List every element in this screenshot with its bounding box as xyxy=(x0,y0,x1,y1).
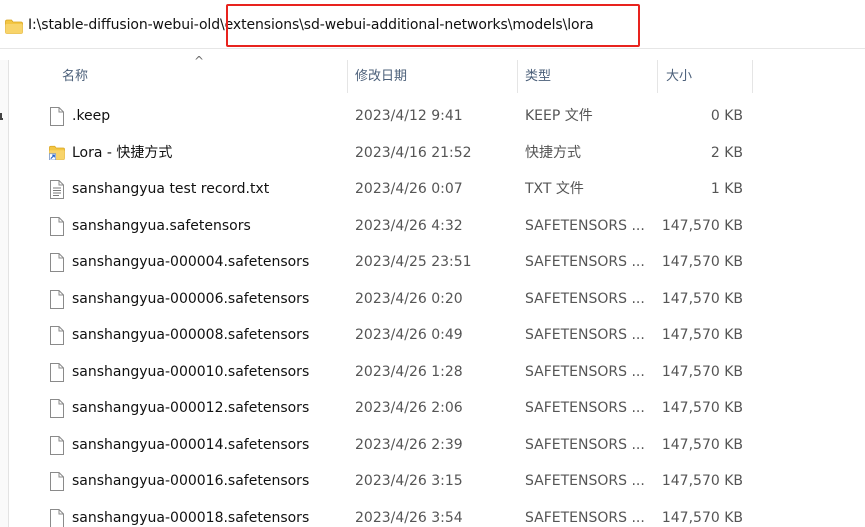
column-header-size[interactable]: 大小 xyxy=(666,60,692,93)
file-explorer-window: I:\stable-diffusion-webui-old\extensions… xyxy=(0,0,865,527)
file-size: 147,570 KB xyxy=(661,217,743,234)
file-size: 2 KB xyxy=(710,144,743,161)
file-modified-date: 2023/4/26 0:49 xyxy=(355,327,463,343)
column-header-name[interactable]: 名称 xyxy=(62,60,88,93)
text-file-icon xyxy=(49,180,65,199)
file-type: SAFETENSORS ... xyxy=(525,327,645,343)
file-row[interactable]: sanshangyua-000014.safetensors 2023/4/26 … xyxy=(0,427,865,464)
blank-file-icon xyxy=(49,289,65,309)
file-type: KEEP 文件 xyxy=(525,108,593,124)
file-row[interactable]: sanshangyua-000018.safetensors 2023/4/26 … xyxy=(0,500,865,527)
blank-file-icon xyxy=(49,508,65,527)
file-type: SAFETENSORS ... xyxy=(525,473,645,489)
file-name: .keep xyxy=(72,108,111,124)
file-name: sanshangyua.safetensors xyxy=(72,217,251,234)
sort-ascending-icon: ^ xyxy=(194,54,205,68)
file-name: Lora - 快捷方式 xyxy=(72,144,173,161)
folder-shortcut-icon xyxy=(49,144,65,163)
file-name: sanshangyua-000018.safetensors xyxy=(72,509,310,526)
file-type: SAFETENSORS ... xyxy=(525,400,645,416)
blank-file-icon xyxy=(49,472,65,491)
file-row[interactable]: .keep 2023/4/12 9:41 KEEP 文件 0 KB xyxy=(0,98,865,135)
file-row[interactable]: sanshangyua-000008.safetensors 2023/4/26 … xyxy=(0,317,865,354)
file-row[interactable]: sanshangyua.safetensors 2023/4/26 4:32 SAF… xyxy=(0,208,865,245)
blank-file-icon xyxy=(49,216,65,236)
file-type: SAFETENSORS ... xyxy=(525,436,645,453)
file-name: sanshangyua-000010.safetensors xyxy=(72,363,310,380)
file-modified-date: 2023/4/26 3:15 xyxy=(355,473,463,489)
file-name: sanshangyua-000012.safetensors xyxy=(72,400,310,416)
file-modified-date: 2023/4/26 1:28 xyxy=(355,363,463,380)
file-row[interactable]: sanshangyua-000012.safetensors 2023/4/26 … xyxy=(0,390,865,427)
file-name: sanshangyua-000006.safetensors xyxy=(72,290,310,307)
blank-file-icon xyxy=(49,326,65,345)
file-size: 1 KB xyxy=(710,181,743,197)
address-bar[interactable]: I:\stable-diffusion-webui-old\extensions… xyxy=(0,0,865,49)
file-size: 147,570 KB xyxy=(661,436,743,453)
blank-file-icon xyxy=(49,399,65,418)
file-size: 147,570 KB xyxy=(661,363,743,380)
file-modified-date: 2023/4/26 0:20 xyxy=(355,290,463,307)
file-modified-date: 2023/4/26 3:54 xyxy=(355,509,463,526)
file-type: SAFETENSORS ... xyxy=(525,363,645,380)
file-modified-date: 2023/4/25 23:51 xyxy=(355,254,472,270)
column-divider[interactable] xyxy=(657,60,658,93)
file-name: sanshangyua-000004.safetensors xyxy=(72,254,310,270)
blank-file-icon xyxy=(49,107,65,126)
file-modified-date: 2023/4/26 2:39 xyxy=(355,436,463,453)
file-size: 0 KB xyxy=(710,108,743,124)
blank-file-icon xyxy=(49,362,65,382)
file-name: sanshangyua-000014.safetensors xyxy=(72,436,310,453)
file-name: sanshangyua test record.txt xyxy=(72,181,270,197)
column-divider[interactable] xyxy=(347,60,348,93)
file-row[interactable]: sanshangyua test record.txt 2023/4/26 0:0… xyxy=(0,171,865,208)
folder-icon xyxy=(5,19,23,34)
file-type: SAFETENSORS ... xyxy=(525,509,645,526)
file-type: 快捷方式 xyxy=(525,144,581,161)
file-name: sanshangyua-000008.safetensors xyxy=(72,327,310,343)
column-divider[interactable] xyxy=(517,60,518,93)
file-size: 147,570 KB xyxy=(661,509,743,526)
address-path[interactable]: I:\stable-diffusion-webui-old\extensions… xyxy=(28,17,594,33)
file-row[interactable]: Lora - 快捷方式 2023/4/16 21:52 快捷方式 2 KB xyxy=(0,135,865,172)
file-type: SAFETENSORS ... xyxy=(525,254,645,270)
file-modified-date: 2023/4/26 4:32 xyxy=(355,217,463,234)
file-size: 147,570 KB xyxy=(661,327,743,343)
file-row[interactable]: sanshangyua-000010.safetensors 2023/4/26 … xyxy=(0,354,865,391)
blank-file-icon xyxy=(49,253,65,272)
file-modified-date: 2023/4/26 2:06 xyxy=(355,400,463,416)
file-modified-date: 2023/4/26 0:07 xyxy=(355,181,463,197)
file-type: TXT 文件 xyxy=(525,181,584,197)
blank-file-icon xyxy=(49,435,65,455)
column-headers: ^ 名称 修改日期 类型 大小 xyxy=(0,54,865,93)
file-size: 147,570 KB xyxy=(661,473,743,489)
file-size: 147,570 KB xyxy=(661,400,743,416)
file-modified-date: 2023/4/12 9:41 xyxy=(355,108,463,124)
file-type: SAFETENSORS ... xyxy=(525,290,645,307)
column-header-date[interactable]: 修改日期 xyxy=(355,60,407,93)
file-modified-date: 2023/4/16 21:52 xyxy=(355,144,472,161)
file-size: 147,570 KB xyxy=(661,254,743,270)
file-row[interactable]: sanshangyua-000004.safetensors 2023/4/25 … xyxy=(0,244,865,281)
column-divider[interactable] xyxy=(752,60,753,93)
file-size: 147,570 KB xyxy=(661,290,743,307)
file-name: sanshangyua-000016.safetensors xyxy=(72,473,310,489)
file-list: .keep 2023/4/12 9:41 KEEP 文件 0 KB Lora - 快捷方… xyxy=(0,98,865,527)
column-header-type[interactable]: 类型 xyxy=(525,60,551,93)
file-row[interactable]: sanshangyua-000006.safetensors 2023/4/26 … xyxy=(0,281,865,318)
file-row[interactable]: sanshangyua-000016.safetensors 2023/4/26 … xyxy=(0,463,865,500)
file-type: SAFETENSORS ... xyxy=(525,217,645,234)
